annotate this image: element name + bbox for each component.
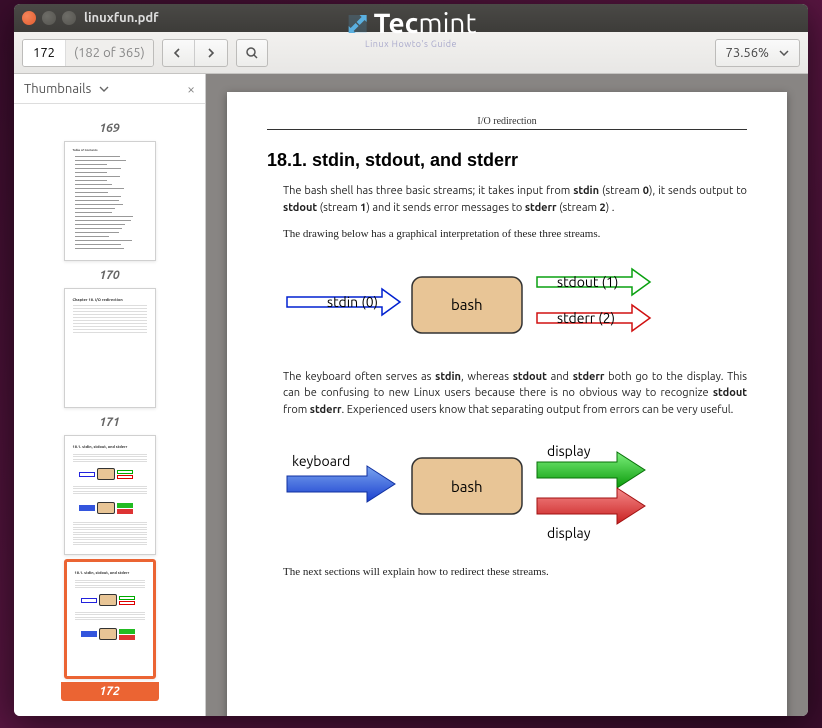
- svg-text:bash: bash: [451, 296, 483, 313]
- close-icon[interactable]: [22, 11, 36, 25]
- window-title: linuxfun.pdf: [84, 11, 159, 25]
- chevron-down-icon: [779, 50, 789, 56]
- keyboard-display-diagram: keyboard bash display display: [267, 442, 667, 542]
- page-total: (182 of 365): [65, 40, 153, 66]
- pdf-page: I/O redirection 18.1. stdin, stdout, and…: [227, 92, 787, 716]
- paragraph: The bash shell has three basic streams; …: [283, 183, 747, 216]
- next-page-button[interactable]: [195, 40, 227, 66]
- thumb-page-number: 171: [14, 416, 205, 429]
- zoom-select[interactable]: 73.56%: [715, 39, 800, 67]
- svg-text:display: display: [547, 443, 591, 459]
- thumb-page-number: 170: [14, 269, 205, 282]
- close-sidebar-button[interactable]: ×: [187, 81, 195, 97]
- thumbnails-sidebar: Thumbnails × 169 Table of Contents 170 Chap…: [14, 74, 206, 716]
- svg-text:display: display: [547, 525, 591, 541]
- chevron-down-icon[interactable]: [99, 86, 109, 92]
- paragraph: The next sections will explain how to re…: [283, 564, 747, 581]
- thumb-page-number: 169: [14, 122, 205, 135]
- sidebar-title: Thumbnails: [24, 82, 91, 96]
- page-input[interactable]: [23, 40, 65, 66]
- paragraph: The keyboard often serves as stdin, wher…: [283, 369, 747, 419]
- page-selector: (182 of 365): [22, 39, 154, 67]
- section-title: 18.1. stdin, stdout, and stderr: [267, 150, 747, 171]
- paragraph: The drawing below has a graphical interp…: [283, 226, 747, 243]
- maximize-icon[interactable]: [62, 11, 76, 25]
- svg-text:bash: bash: [451, 478, 483, 495]
- minimize-icon[interactable]: [42, 11, 56, 25]
- thumbnail[interactable]: Table of Contents: [64, 141, 156, 261]
- pdf-viewer-window: linuxfun.pdf (182 of 365) 73.56% Thumbna…: [14, 4, 808, 716]
- page-header: I/O redirection: [267, 116, 747, 130]
- svg-text:stdin (0): stdin (0): [327, 294, 378, 310]
- thumb-page-number: 172: [61, 682, 159, 701]
- prev-page-button[interactable]: [163, 40, 195, 66]
- svg-text:keyboard: keyboard: [292, 453, 350, 469]
- search-button[interactable]: [236, 39, 268, 67]
- thumbnail[interactable]: 18.1. stdin, stdout, and stderr: [64, 435, 156, 555]
- svg-text:stderr (2): stderr (2): [557, 310, 615, 326]
- thumbnail[interactable]: 18.1. stdin, stdout, and stderr: [64, 559, 156, 679]
- stdin-stdout-diagram: stdin (0) bash stdout (1) stderr (2): [267, 267, 667, 347]
- thumbnail[interactable]: Chapter 18. I/O redirection: [64, 288, 156, 408]
- page-area[interactable]: I/O redirection 18.1. stdin, stdout, and…: [206, 74, 808, 716]
- svg-text:stdout (1): stdout (1): [557, 274, 618, 290]
- watermark: Tecmint Linux Howto's Guide: [346, 8, 477, 49]
